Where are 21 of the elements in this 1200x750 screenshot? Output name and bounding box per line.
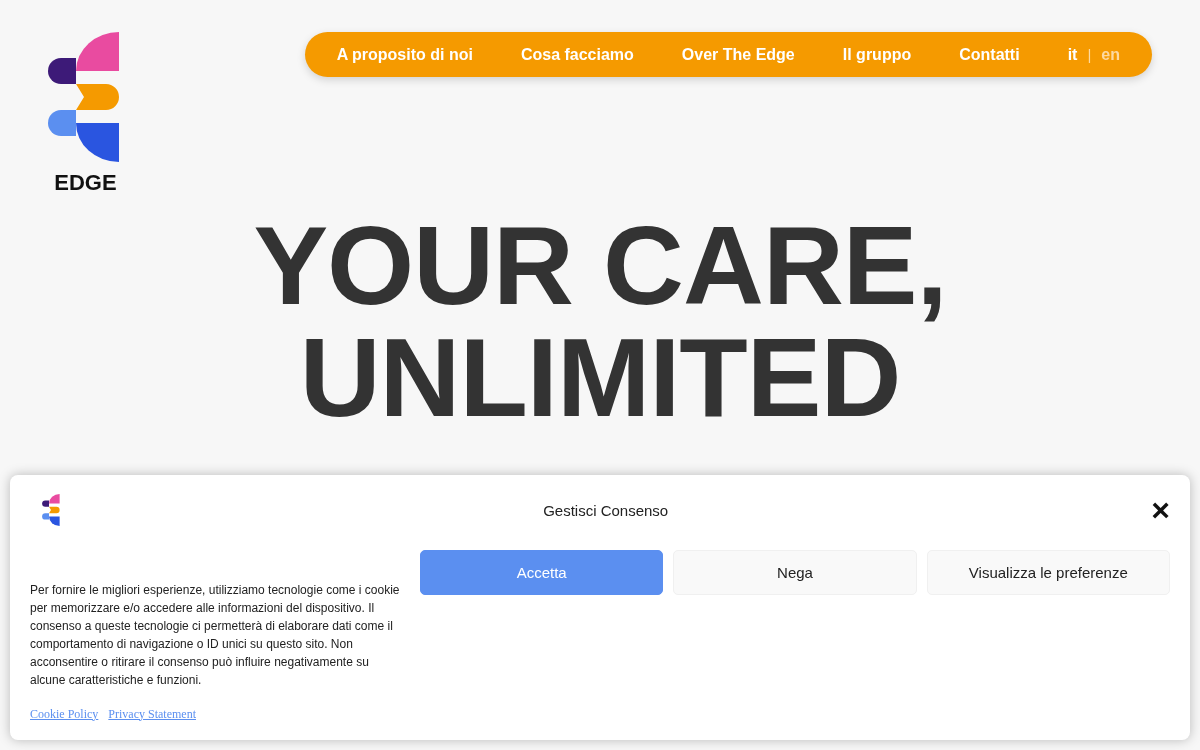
nav-link[interactable]: Il gruppo [842, 45, 912, 64]
close-button[interactable]: × [1151, 496, 1170, 524]
policy-link[interactable]: Cookie Policy [30, 706, 99, 722]
language-link[interactable]: it [1067, 45, 1078, 64]
logo-wordmark[interactable]: EDGE [54, 172, 117, 194]
nav-link[interactable]: Cosa facciamo [520, 45, 634, 64]
policy-link[interactable]: Privacy Statement [108, 706, 196, 722]
nav-link[interactable]: A proposito di noi [336, 45, 473, 64]
hero-heading: UNLIMITED [299, 322, 901, 434]
consent-text: Per fornire le migliori esperienze, utilizziamo tecnologie come i cookie per memorizzare e/o accedere alle informazioni del dispositivo. Il consenso a queste tecnologie ci permetterà di elaborare dati come il comportamento di navigazione o ID unici su questo sito. Non acconsentire o ritirare il consenso può influire negativamente su alcune caratteristiche e funzioni. [30, 582, 400, 689]
accept-button[interactable]: Accetta [420, 550, 664, 595]
logo-icon [48, 32, 120, 162]
language-separator: | [1087, 46, 1092, 63]
logo-icon [42, 494, 60, 526]
consent-button[interactable]: Visualizza le preferenze [926, 550, 1170, 595]
nav-link[interactable]: Over The Edge [681, 45, 795, 64]
language-link[interactable]: en [1101, 45, 1120, 64]
nav-link[interactable]: Contatti [959, 45, 1020, 64]
dialog-title: Gestisci Consenso [543, 501, 669, 519]
consent-button[interactable]: Nega [673, 550, 917, 595]
hero-heading: YOUR CARE, [253, 210, 947, 322]
